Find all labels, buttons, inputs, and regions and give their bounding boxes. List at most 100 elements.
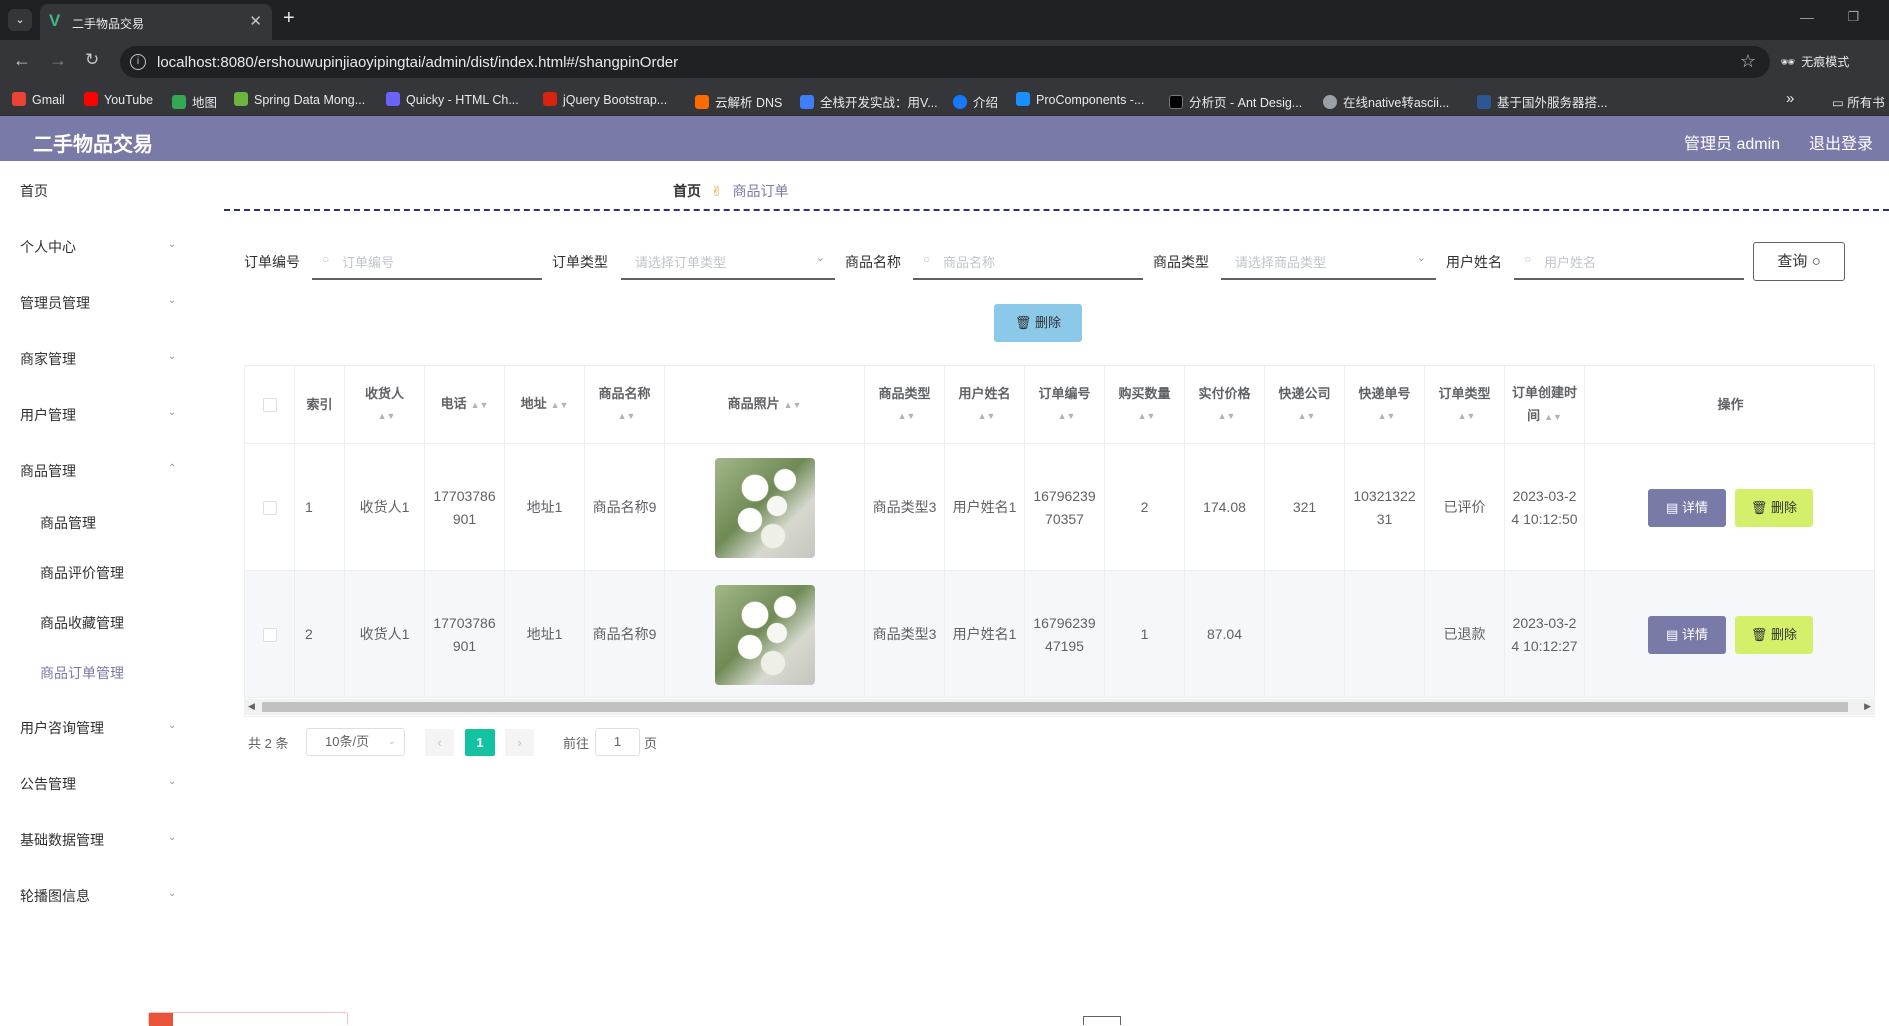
- site-info-icon[interactable]: i: [130, 54, 146, 70]
- bookmark-maps[interactable]: 地图: [172, 92, 217, 111]
- column-header-product-photo[interactable]: 商品照片 ▲▼: [665, 366, 865, 444]
- chevron-down-icon[interactable]: ⌄: [168, 351, 176, 362]
- user-name-input[interactable]: ○ 用户姓名: [1514, 243, 1744, 280]
- bookmark-youtube[interactable]: YouTube: [84, 92, 153, 107]
- scroll-right-icon[interactable]: ▶: [1864, 701, 1871, 712]
- sort-icon[interactable]: ▲▼: [898, 405, 916, 428]
- sort-icon[interactable]: ▲▼: [1544, 412, 1562, 422]
- breadcrumb-home[interactable]: 首页: [673, 183, 701, 199]
- bookmark-star-icon[interactable]: ☆: [1740, 51, 1756, 72]
- horizontal-scrollbar[interactable]: ◀ ▶: [244, 699, 1875, 715]
- product-photo[interactable]: [714, 457, 815, 558]
- bookmark-dns[interactable]: 云解析 DNS: [695, 92, 782, 111]
- column-header-user-name[interactable]: 用户姓名 ▲▼: [945, 366, 1025, 444]
- reload-icon[interactable]: ↻: [85, 50, 99, 70]
- scrollbar-thumb[interactable]: [262, 702, 1848, 712]
- more-bookmarks-icon[interactable]: »: [1786, 90, 1794, 107]
- sort-icon[interactable]: ▲▼: [1138, 405, 1156, 428]
- product-type-select[interactable]: 请选择商品类型 ⌄: [1221, 243, 1436, 280]
- order-no-input[interactable]: ○ 订单编号: [312, 243, 542, 280]
- sidebar-item-personal-center[interactable]: 个人中心: [20, 237, 76, 257]
- chevron-down-icon[interactable]: ⌄: [168, 888, 176, 899]
- sidebar-subitem-products[interactable]: 商品管理: [40, 513, 96, 533]
- row-checkbox[interactable]: [262, 627, 277, 642]
- new-tab-icon[interactable]: +: [283, 7, 295, 30]
- product-name-input[interactable]: ○ 商品名称: [913, 243, 1143, 280]
- sort-icon[interactable]: ▲▼: [1058, 405, 1076, 428]
- sidebar-subitem-product-reviews[interactable]: 商品评价管理: [40, 563, 124, 583]
- url-text[interactable]: localhost:8080/ershouwupinjiaoyipingtai/…: [157, 54, 678, 71]
- chevron-down-icon[interactable]: ⌄: [168, 295, 176, 306]
- chevron-down-icon[interactable]: ⌄: [168, 776, 176, 787]
- column-header-quantity[interactable]: 购买数量 ▲▼: [1105, 366, 1185, 444]
- scroll-left-icon[interactable]: ◀: [248, 701, 255, 712]
- chevron-down-icon[interactable]: ⌄: [168, 720, 176, 731]
- chevron-down-icon[interactable]: ⌄: [168, 239, 176, 250]
- sidebar-item-carousel[interactable]: 轮播图信息: [20, 886, 90, 906]
- sidebar-subitem-product-orders[interactable]: 商品订单管理: [40, 663, 124, 683]
- back-icon[interactable]: ←: [13, 50, 31, 71]
- sidebar-item-basic-data[interactable]: 基础数据管理: [20, 830, 104, 850]
- bookmark-ant-design[interactable]: 分析页 - Ant Desig...: [1169, 92, 1302, 111]
- chevron-down-icon[interactable]: ⌄: [168, 407, 176, 418]
- sort-icon[interactable]: ▲▼: [1458, 405, 1476, 428]
- sidebar-item-home[interactable]: 首页: [20, 181, 48, 201]
- sidebar-item-product-management[interactable]: 商品管理: [20, 461, 76, 481]
- row-checkbox[interactable]: [262, 500, 277, 515]
- chevron-up-icon[interactable]: ⌃: [168, 463, 176, 474]
- delete-button[interactable]: 🗑︎ 删除: [1735, 615, 1813, 654]
- sort-icon[interactable]: ▲▼: [378, 405, 396, 428]
- minimize-icon[interactable]: —: [1800, 9, 1814, 25]
- sort-icon[interactable]: ▲▼: [978, 405, 996, 428]
- address-bar[interactable]: i localhost:8080/ershouwupinjiaoyipingta…: [120, 46, 1770, 78]
- page-number-current[interactable]: 1: [465, 729, 495, 756]
- column-header-phone[interactable]: 电话 ▲▼: [425, 366, 505, 444]
- detail-button[interactable]: ▤ 详情: [1648, 488, 1726, 527]
- bookmark-quicky[interactable]: Quicky - HTML Ch...: [386, 92, 519, 107]
- sort-icon[interactable]: ▲▼: [618, 405, 636, 428]
- floating-toolbar[interactable]: [148, 1012, 348, 1026]
- sidebar-item-user-management[interactable]: 用户管理: [20, 405, 76, 425]
- bookmark-jquery-bootstrap[interactable]: jQuery Bootstrap...: [543, 92, 667, 107]
- bookmark-server[interactable]: 基于国外服务器搭...: [1477, 92, 1607, 111]
- goto-page-input[interactable]: 1: [595, 728, 640, 756]
- sort-icon[interactable]: ▲▼: [471, 400, 489, 410]
- product-photo[interactable]: [714, 584, 815, 685]
- browser-tab[interactable]: V 二手物品交易 ✕: [40, 4, 272, 40]
- column-header-paid[interactable]: 实付价格 ▲▼: [1185, 366, 1265, 444]
- column-header-tracking-no[interactable]: 快递单号 ▲▼: [1345, 366, 1425, 444]
- sidebar-item-admin-management[interactable]: 管理员管理: [20, 293, 90, 313]
- page-size-select[interactable]: 10条/页 ⌄: [306, 728, 405, 756]
- order-type-select[interactable]: 请选择订单类型 ⌄: [621, 243, 835, 280]
- logout-link[interactable]: 退出登录: [1809, 130, 1873, 154]
- column-header-order-type[interactable]: 订单类型 ▲▼: [1425, 366, 1505, 444]
- column-header-created[interactable]: 订单创建时间 ▲▼: [1505, 366, 1585, 444]
- column-header-address[interactable]: 地址 ▲▼: [505, 366, 585, 444]
- sort-icon[interactable]: ▲▼: [1298, 405, 1316, 428]
- select-all-checkbox[interactable]: [262, 397, 277, 412]
- column-header-product-name[interactable]: 商品名称 ▲▼: [585, 366, 665, 444]
- tab-search-button[interactable]: ⌄: [8, 9, 32, 31]
- sort-icon[interactable]: ▲▼: [1218, 405, 1236, 428]
- incognito-indicator[interactable]: 🕶 无痕模式: [1780, 48, 1880, 76]
- next-page-button[interactable]: ›: [505, 729, 534, 756]
- detail-button[interactable]: ▤ 详情: [1648, 615, 1726, 654]
- column-header-courier[interactable]: 快递公司 ▲▼: [1265, 366, 1345, 444]
- sort-icon[interactable]: ▲▼: [1378, 405, 1396, 428]
- restore-window-icon[interactable]: ❐: [1847, 9, 1859, 25]
- bookmark-procomponents[interactable]: ProComponents -...: [1016, 92, 1144, 107]
- chevron-down-icon[interactable]: ⌄: [168, 832, 176, 843]
- floating-widget[interactable]: [1083, 1016, 1121, 1025]
- batch-delete-button[interactable]: 🗑︎ 删除: [994, 304, 1082, 342]
- column-header-order-no[interactable]: 订单编号 ▲▼: [1025, 366, 1105, 444]
- sidebar-item-merchant-management[interactable]: 商家管理: [20, 349, 76, 369]
- sidebar-subitem-product-favorites[interactable]: 商品收藏管理: [40, 613, 124, 633]
- column-header-product-type[interactable]: 商品类型 ▲▼: [865, 366, 945, 444]
- sidebar-item-user-inquiries[interactable]: 用户咨询管理: [20, 718, 104, 738]
- column-header-receiver[interactable]: 收货人 ▲▼: [345, 366, 425, 444]
- prev-page-button[interactable]: ‹: [425, 729, 454, 756]
- sidebar-item-announcements[interactable]: 公告管理: [20, 774, 76, 794]
- query-button[interactable]: 查询 ○: [1753, 242, 1845, 281]
- forward-icon[interactable]: →: [49, 50, 67, 71]
- bookmark-spring-data[interactable]: Spring Data Mong...: [234, 92, 365, 107]
